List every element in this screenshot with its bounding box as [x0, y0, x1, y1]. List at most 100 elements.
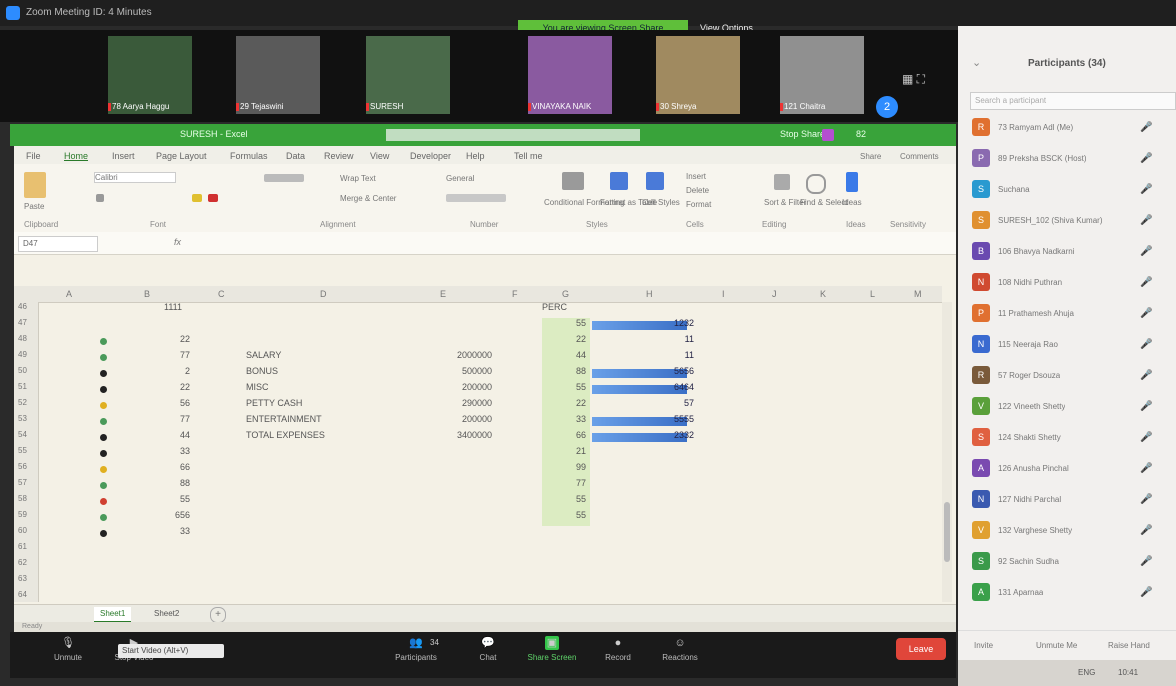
cell-styles-icon[interactable]	[646, 172, 664, 190]
unmute-button[interactable]: 🎙 Unmute	[38, 636, 98, 662]
row-header[interactable]: 51	[18, 382, 27, 391]
muted-mic-icon[interactable]: 🎤	[1140, 122, 1152, 133]
cell-d-label[interactable]: ENTERTAINMENT	[246, 414, 322, 424]
cell-h[interactable]: 5656	[624, 366, 694, 376]
fill-color-icon[interactable]	[192, 194, 202, 202]
muted-mic-icon[interactable]: 🎤	[1140, 525, 1152, 536]
cell-g46[interactable]: PERC	[542, 302, 567, 312]
menu-item-formulas[interactable]: Formulas	[230, 151, 268, 161]
participant-search-input[interactable]: Search a participant	[970, 92, 1176, 110]
participant-row[interactable]: N 108 Nidhi Puthran 🎤	[958, 269, 1176, 297]
participant-row[interactable]: P 89 Preksha BSCK (Host) 🎤	[958, 145, 1176, 173]
cell-h[interactable]: 6464	[624, 382, 694, 392]
menu-item-help[interactable]: Help	[466, 151, 485, 161]
row-header[interactable]: 49	[18, 350, 27, 359]
cell-e-amount[interactable]: 200000	[434, 382, 492, 392]
cell-g[interactable]: 99	[544, 462, 586, 472]
cell-g[interactable]: 55	[544, 318, 586, 328]
formula-fx-icon[interactable]: fx	[174, 237, 181, 247]
row-header[interactable]: 48	[18, 334, 27, 343]
column-header[interactable]: E	[440, 289, 446, 299]
cell-e-amount[interactable]: 500000	[434, 366, 492, 376]
muted-mic-icon[interactable]: 🎤	[1140, 494, 1152, 505]
menu-item-developer[interactable]: Developer	[410, 151, 451, 161]
chat-button[interactable]: 💬 Chat	[458, 636, 518, 662]
muted-mic-icon[interactable]: 🎤	[1140, 277, 1152, 288]
cell-e-amount[interactable]: 290000	[434, 398, 492, 408]
invite-button[interactable]: Invite	[974, 641, 993, 650]
muted-mic-icon[interactable]: 🎤	[1140, 184, 1152, 195]
add-sheet-button[interactable]: +	[210, 607, 226, 623]
menu-item-tell-me[interactable]: Tell me	[514, 151, 543, 161]
video-tile[interactable]: 121 Chaitra	[780, 36, 864, 114]
font-color-icon[interactable]	[208, 194, 218, 202]
row-header[interactable]: 64	[18, 590, 27, 599]
next-page-button[interactable]: 2	[876, 96, 898, 118]
participant-row[interactable]: A 126 Anusha Pinchal 🎤	[958, 455, 1176, 483]
cell-d-label[interactable]: BONUS	[246, 366, 278, 376]
participant-row[interactable]: S 92 Sachin Sudha 🎤	[958, 548, 1176, 576]
participant-row[interactable]: P 11 Prathamesh Ahuja 🎤	[958, 300, 1176, 328]
participant-row[interactable]: B 106 Bhavya Nadkarni 🎤	[958, 238, 1176, 266]
cell-b[interactable]: 22	[154, 334, 190, 344]
muted-mic-icon[interactable]: 🎤	[1140, 556, 1152, 567]
participant-row[interactable]: R 57 Roger Dsouza 🎤	[958, 362, 1176, 390]
name-box[interactable]: D47	[18, 236, 98, 252]
cell-g[interactable]: 55	[544, 494, 586, 504]
video-tile[interactable]: 30 Shreya	[656, 36, 740, 114]
cell-g[interactable]: 77	[544, 478, 586, 488]
cell-g[interactable]: 22	[544, 398, 586, 408]
cell-b[interactable]: 2	[154, 366, 190, 376]
sheet-tab-1[interactable]: Sheet1	[94, 607, 132, 623]
vertical-scrollbar[interactable]	[942, 302, 952, 602]
find-select-button[interactable]: Find & Select	[800, 198, 848, 207]
cell-g[interactable]: 44	[544, 350, 586, 360]
column-header[interactable]: G	[562, 289, 569, 299]
muted-mic-icon[interactable]: 🎤	[1140, 308, 1152, 319]
cell-b[interactable]: 88	[154, 478, 190, 488]
leave-button[interactable]: Leave	[896, 638, 946, 660]
row-header[interactable]: 60	[18, 526, 27, 535]
muted-mic-icon[interactable]: 🎤	[1140, 215, 1152, 226]
find-select-icon[interactable]	[806, 174, 826, 194]
gallery-view-icon[interactable]: ▦ ⛶	[902, 72, 925, 87]
menu-item-data[interactable]: Data	[286, 151, 305, 161]
cell-h[interactable]: 11	[624, 350, 694, 360]
cell-g[interactable]: 55	[544, 382, 586, 392]
share-button[interactable]: Share	[860, 152, 881, 161]
cell-b[interactable]: 22	[154, 382, 190, 392]
column-header[interactable]: C	[218, 289, 225, 299]
currency-icon[interactable]	[446, 194, 506, 202]
cell-b[interactable]: 55	[154, 494, 190, 504]
cell-h[interactable]: 57	[624, 398, 694, 408]
video-tile[interactable]: SURESH	[366, 36, 450, 114]
ideas-icon[interactable]	[846, 172, 858, 192]
record-button[interactable]: ● Record	[588, 636, 648, 662]
column-header[interactable]: A	[66, 289, 72, 299]
row-header[interactable]: 58	[18, 494, 27, 503]
cell-d-label[interactable]: PETTY CASH	[246, 398, 302, 408]
cell-b[interactable]: 77	[154, 350, 190, 360]
video-tile[interactable]: 78 Aarya Haggu	[108, 36, 192, 114]
unmute-me-button[interactable]: Unmute Me	[1036, 641, 1077, 650]
video-tile[interactable]: VINAYAKA NAIK	[528, 36, 612, 114]
participant-row[interactable]: R 73 Ramyam Adl (Me) 🎤	[958, 114, 1176, 142]
cell-b46[interactable]: 1111	[164, 302, 182, 312]
cell-h[interactable]: 2332	[624, 430, 694, 440]
participant-row[interactable]: N 127 Nidhi Parchal 🎤	[958, 486, 1176, 514]
participant-row[interactable]: A 131 Aparnaa 🎤	[958, 579, 1176, 607]
bold-icon[interactable]	[96, 194, 104, 202]
column-header[interactable]: B	[144, 289, 150, 299]
row-header[interactable]: 47	[18, 318, 27, 327]
font-name-box[interactable]: Calibri	[94, 172, 176, 183]
column-header[interactable]: I	[722, 289, 725, 299]
share-screen-button[interactable]: ▣ Share Screen	[522, 636, 582, 662]
cell-h[interactable]: 1232	[624, 318, 694, 328]
menu-item-review[interactable]: Review	[324, 151, 354, 161]
ideas-button[interactable]: Ideas	[842, 198, 862, 207]
wrap-text-button[interactable]: Wrap Text	[340, 174, 376, 183]
delete-cells-button[interactable]: Delete	[686, 186, 709, 195]
column-header[interactable]: K	[820, 289, 826, 299]
format-as-table-icon[interactable]	[610, 172, 628, 190]
muted-mic-icon[interactable]: 🎤	[1140, 401, 1152, 412]
